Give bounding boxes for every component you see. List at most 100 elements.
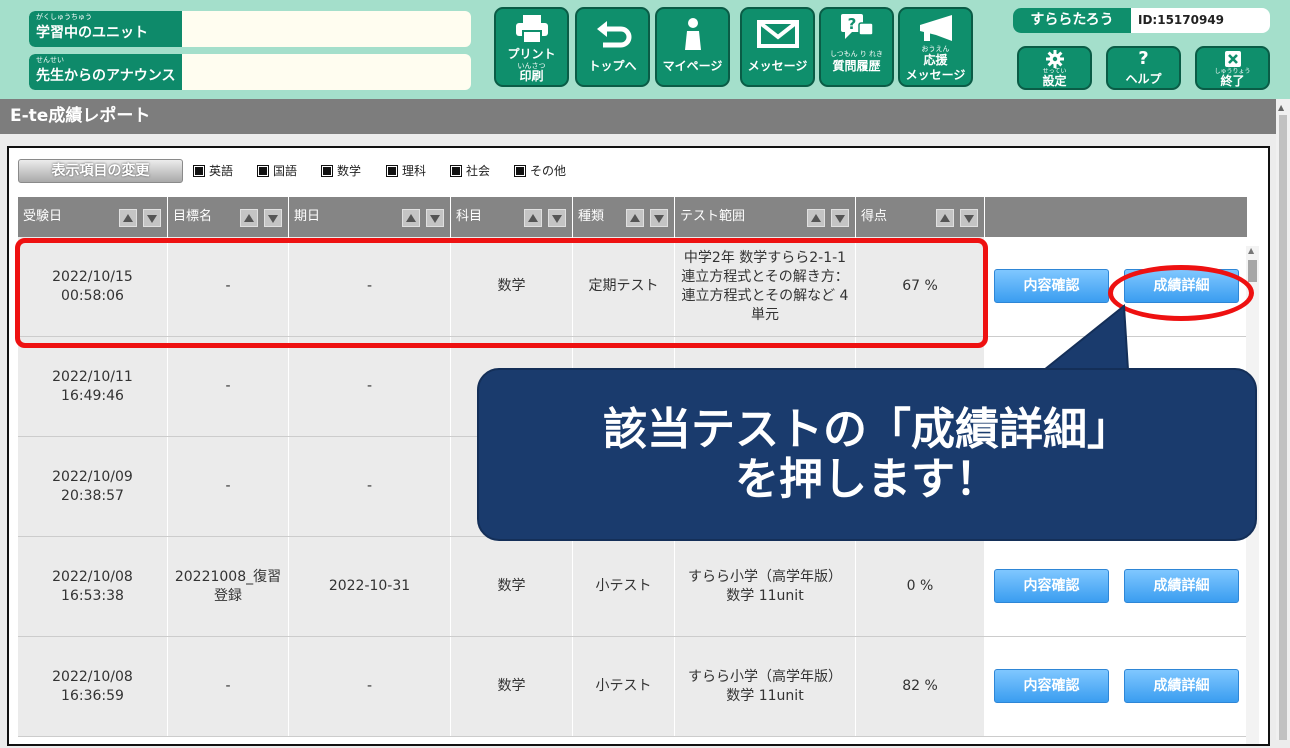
sort-desc-icon[interactable]: [650, 209, 668, 227]
col-due-label: 期日: [294, 209, 321, 224]
col-range: テスト範囲: [675, 197, 856, 237]
confirm-content-button[interactable]: 内容確認: [994, 569, 1109, 603]
filter-english-checkbox[interactable]: [193, 165, 205, 177]
filter-other-checkbox[interactable]: [514, 165, 526, 177]
score-detail-button[interactable]: 成績詳細: [1124, 569, 1239, 603]
table-scrollbar-thumb[interactable]: [1248, 260, 1257, 282]
exam-time: 16:49:46: [61, 387, 124, 404]
filter-social-checkbox[interactable]: [450, 165, 462, 177]
table-row: 2022/10/15 00:58:06 - - 数学 定期テスト 中学2年 数学す…: [18, 237, 1254, 337]
cheer-message-button[interactable]: おうえん 応援 メッセージ: [898, 7, 973, 87]
cell-goal: -: [168, 237, 289, 336]
cell-due: 2022-10-31: [289, 537, 451, 636]
cell-score: 0 %: [856, 537, 985, 636]
cell-range: すらら小学（高学年版） 数学 11unit: [675, 537, 856, 636]
sort-desc-icon[interactable]: [143, 209, 161, 227]
filter-science-checkbox[interactable]: [386, 165, 398, 177]
filter-science-label: 理科: [402, 164, 427, 178]
cell-actions: 内容確認 成績詳細: [985, 537, 1247, 636]
settings-label: 設定: [1042, 74, 1067, 88]
print-label-2: 印刷: [519, 69, 544, 83]
cell-subject: 数学: [451, 537, 573, 636]
sort-desc-icon[interactable]: [548, 209, 566, 227]
sort-desc-icon[interactable]: [831, 209, 849, 227]
cheer-ruby: おうえん: [921, 45, 950, 53]
sort-desc-icon[interactable]: [426, 209, 444, 227]
confirm-content-button[interactable]: 内容確認: [994, 669, 1109, 703]
col-subject-label: 科目: [456, 209, 483, 224]
settings-button[interactable]: せってい 設定: [1017, 46, 1092, 90]
col-kind: 種類: [573, 197, 675, 237]
user-info: すららたろう ID:15170949: [1013, 8, 1270, 33]
score-detail-button[interactable]: 成績詳細: [1124, 669, 1239, 703]
mypage-button[interactable]: マイページ: [655, 7, 730, 87]
col-score-label: 得点: [861, 209, 888, 224]
cell-goal: 20221008_復習登録: [168, 537, 289, 636]
confirm-content-button[interactable]: 内容確認: [994, 269, 1109, 303]
col-goal: 目標名: [168, 197, 289, 237]
exit-button[interactable]: しゅうりょう 終了: [1195, 46, 1270, 90]
sort-desc-icon[interactable]: [960, 209, 978, 227]
filter-math-checkbox[interactable]: [321, 165, 333, 177]
studying-unit-text: 学習中のユニット: [36, 25, 148, 41]
envelope-icon: [756, 20, 799, 48]
sort-asc-icon[interactable]: [524, 209, 542, 227]
col-kind-label: 種類: [578, 209, 605, 224]
page-title: E-te成績レポート: [0, 99, 1276, 134]
col-range-label: テスト範囲: [680, 209, 746, 224]
top-label: トップへ: [588, 59, 637, 73]
col-goal-label: 目標名: [173, 209, 213, 224]
exam-date: 2022/10/11: [52, 368, 133, 385]
sort-asc-icon[interactable]: [807, 209, 825, 227]
filter-other-label: その他: [530, 164, 567, 178]
question-bubble-icon: ?: [840, 14, 874, 39]
cell-exam-date: 2022/10/08 16:36:59: [18, 637, 168, 736]
announce-text: 先生からのアナウンス: [36, 68, 176, 84]
help-button[interactable]: ? ヘルプ: [1106, 46, 1181, 90]
cell-goal: -: [168, 437, 289, 536]
filter-social-label: 社会: [466, 164, 491, 178]
sort-asc-icon[interactable]: [402, 209, 420, 227]
svg-text:?: ?: [847, 15, 856, 33]
cell-subject: 数学: [451, 637, 573, 736]
page-scrollbar-thumb[interactable]: [1279, 115, 1287, 740]
cell-range: すらら小学（高学年版） 数学 11unit: [675, 637, 856, 736]
display-change-button[interactable]: 表示項目の変更: [18, 159, 183, 183]
sort-asc-icon[interactable]: [119, 209, 137, 227]
exam-date: 2022/10/15: [52, 268, 133, 285]
message-button[interactable]: メッセージ: [740, 7, 815, 87]
scroll-up-arrow-icon[interactable]: ▲: [1278, 103, 1284, 112]
sort-asc-icon[interactable]: [240, 209, 258, 227]
help-label: ヘルプ: [1125, 72, 1162, 86]
callout-line-1: 該当テストの「成績詳細」: [603, 403, 1131, 455]
message-label: メッセージ: [747, 59, 808, 73]
cell-kind: 小テスト: [573, 537, 675, 636]
studying-unit-label: がくしゅうちゅう 学習中のユニット: [29, 11, 182, 47]
top-button[interactable]: トップへ: [575, 7, 650, 87]
cell-due: -: [289, 437, 451, 536]
cell-actions: 内容確認 成績詳細: [985, 237, 1247, 336]
print-button[interactable]: プリント いんさつ 印刷: [494, 7, 569, 87]
exam-time: 20:38:57: [61, 487, 124, 504]
cell-range: 中学2年 数学すらら2-1-1 連立方程式とその解き方：連立方程式とその解など …: [675, 237, 856, 336]
filter-japanese-checkbox[interactable]: [257, 165, 269, 177]
col-exam-date: 受験日: [18, 197, 168, 237]
cell-goal: -: [168, 637, 289, 736]
megaphone-icon: [919, 15, 952, 41]
table-scroll-up-icon[interactable]: ▲: [1248, 246, 1254, 255]
filter-japanese-label: 国語: [273, 164, 298, 178]
exam-time: 16:53:38: [61, 587, 124, 604]
page-scrollbar[interactable]: ▲: [1276, 99, 1290, 740]
score-detail-button[interactable]: 成績詳細: [1124, 269, 1239, 303]
sort-asc-icon[interactable]: [626, 209, 644, 227]
cell-kind: 定期テスト: [573, 237, 675, 336]
sort-asc-icon[interactable]: [936, 209, 954, 227]
question-history-button[interactable]: ? しつもん り れき 質問履歴: [819, 7, 894, 87]
cell-exam-date: 2022/10/09 20:38:57: [18, 437, 168, 536]
sort-desc-icon[interactable]: [264, 209, 282, 227]
mypage-label: マイページ: [662, 59, 723, 73]
cell-goal: -: [168, 337, 289, 436]
table-row: 2022/10/08 16:36:59 - - 数学 小テスト すらら小学（高学年…: [18, 637, 1254, 737]
gear-icon: [1045, 50, 1064, 68]
studying-unit-row: がくしゅうちゅう 学習中のユニット: [29, 11, 471, 47]
